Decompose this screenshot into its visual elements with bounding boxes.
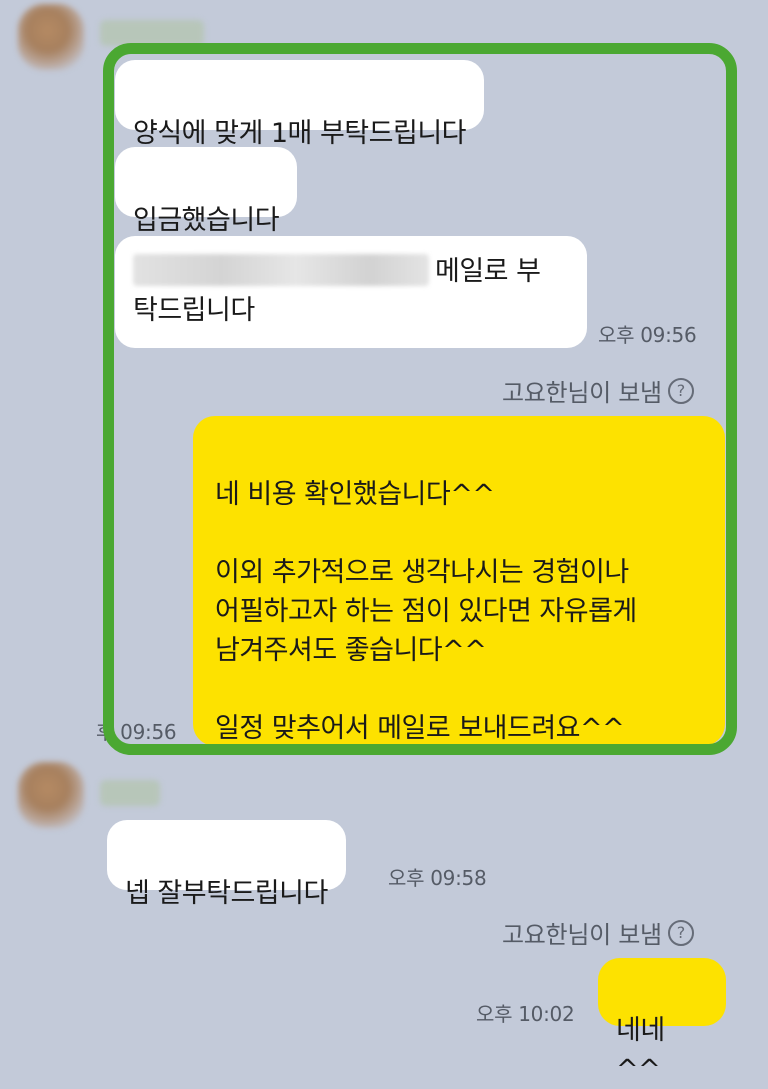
message-time: 오후 10:02 [476,1002,575,1026]
message-text: 입금했습니다 [133,205,280,236]
sent-by-text: 고요한님이 보냄 [502,379,662,407]
message-time: 오후 09:56 [598,323,697,347]
sent-by-text: 고요한님이 보냄 [502,921,662,949]
sender-name-blurred [100,20,204,46]
message-time: 후 09:56 [96,720,177,744]
message-text: 넵 잘부탁드립니다 [125,878,328,909]
help-question-icon[interactable]: ? [667,377,694,404]
help-question-icon[interactable]: ? [667,919,694,946]
message-text: 메일로 부 [435,256,541,287]
message-text: 네 비용 확인했습니다^^ 이외 추가적으로 생각나시는 경험이나 어필하고자 … [215,479,637,744]
message-text: 네네^^ [616,1015,665,1085]
message-time: 오후 09:58 [388,866,487,890]
message-line: 메일로 부 [133,252,569,291]
sent-by-label: 고요한님이 보냄 ? [502,915,694,950]
email-address-blurred [133,254,429,286]
sender-name-blurred [100,780,160,806]
sender-avatar[interactable] [18,4,84,70]
incoming-message[interactable]: 입금했습니다 [115,147,298,236]
outgoing-message[interactable]: 네네^^ [598,958,726,1085]
incoming-message[interactable]: 양식에 맞게 1매 부탁드립니다 [115,60,485,149]
incoming-message[interactable]: 메일로 부 탁드립니다 [115,236,587,348]
outgoing-message[interactable]: 네 비용 확인했습니다^^ 이외 추가적으로 생각나시는 경험이나 어필하고자 … [193,416,725,746]
message-text: 양식에 맞게 1매 부탁드립니다 [133,118,467,149]
incoming-message[interactable]: 넵 잘부탁드립니다 [107,820,346,909]
sender-avatar[interactable] [18,762,84,828]
sent-by-label: 고요한님이 보냄 ? [502,373,694,408]
message-line: 탁드립니다 [133,295,255,326]
